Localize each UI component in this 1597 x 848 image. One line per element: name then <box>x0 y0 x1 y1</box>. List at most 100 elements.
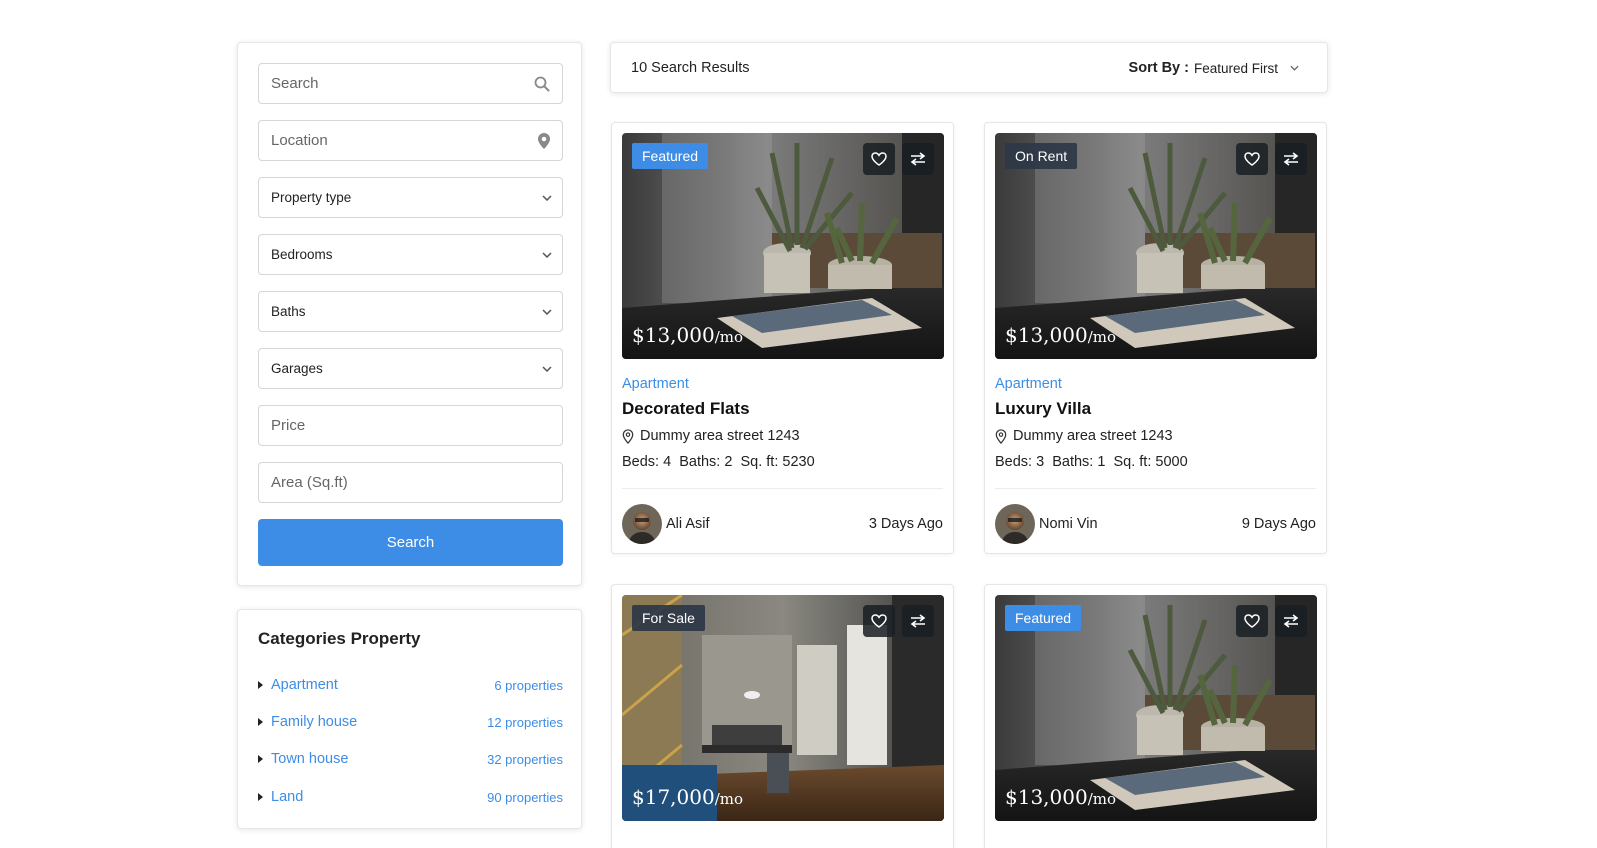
heart-icon[interactable] <box>863 605 895 637</box>
divider <box>995 488 1316 489</box>
status-badge: Featured <box>632 143 709 169</box>
bedrooms-select[interactable]: Bedrooms <box>258 234 563 275</box>
caret-right-icon <box>258 718 263 726</box>
property-price: $13,000/mo <box>1005 785 1116 809</box>
category-item[interactable]: Apartment 6 properties <box>258 674 563 696</box>
address-text: Dummy area street 1243 <box>640 428 800 444</box>
category-name[interactable]: Family house <box>271 714 357 730</box>
categories-panel: Categories Property Apartment 6 properti… <box>237 609 582 829</box>
status-badge: For Sale <box>632 605 705 631</box>
map-pin-icon <box>538 132 550 149</box>
property-price: $17,000/mo <box>632 785 743 809</box>
card-footer: Ali Asif 3 Days Ago <box>622 504 943 544</box>
price-input[interactable]: Price <box>258 405 563 446</box>
price-amount: $17,000 <box>632 785 715 809</box>
category-item[interactable]: Land 90 properties <box>258 786 563 808</box>
category-name[interactable]: Town house <box>271 751 348 767</box>
categories-title: Categories Property <box>258 629 421 648</box>
garages-select[interactable]: Garages <box>258 348 563 389</box>
category-name[interactable]: Apartment <box>271 677 338 693</box>
posted-date: 9 Days Ago <box>1241 516 1316 532</box>
map-pin-icon <box>622 428 634 444</box>
property-specs: Beds: 4 Baths: 2 Sq. ft: 5230 <box>622 454 815 470</box>
compare-icon[interactable] <box>1275 143 1307 175</box>
status-badge: On Rent <box>1005 143 1078 169</box>
price-period: /mo <box>714 328 744 346</box>
caret-right-icon <box>258 793 263 801</box>
property-type-value: Property type <box>271 190 352 205</box>
property-card[interactable]: Featured $13,000/mo <box>984 584 1327 848</box>
results-header: 10 Search Results Sort By : Featured Fir… <box>610 42 1328 93</box>
property-card[interactable]: For Sale $17,000/mo <box>611 584 954 848</box>
caret-right-icon <box>258 755 263 763</box>
area-input[interactable]: Area (Sq.ft) <box>258 462 563 503</box>
property-card[interactable]: Featured $13,000/mo Apartment Decorated … <box>611 122 954 554</box>
search-input[interactable]: Search <box>258 63 563 104</box>
caret-right-icon <box>258 681 263 689</box>
heart-icon[interactable] <box>1236 143 1268 175</box>
category-count: 6 properties <box>494 677 563 693</box>
property-type[interactable]: Apartment <box>622 376 689 392</box>
property-address: Dummy area street 1243 <box>995 428 1173 444</box>
heart-icon[interactable] <box>863 143 895 175</box>
heart-icon[interactable] <box>1236 605 1268 637</box>
property-type-select[interactable]: Property type <box>258 177 563 218</box>
category-item[interactable]: Family house 12 properties <box>258 711 563 733</box>
price-amount: $13,000 <box>1005 323 1088 347</box>
chevron-down-icon <box>542 365 552 372</box>
sort-dropdown[interactable]: Sort By : Featured First <box>1129 60 1299 76</box>
search-input-placeholder: Search <box>271 75 319 92</box>
address-text: Dummy area street 1243 <box>1013 428 1173 444</box>
agent-name[interactable]: Ali Asif <box>666 516 710 532</box>
property-image[interactable]: On Rent $13,000/mo <box>995 133 1317 359</box>
agent-name[interactable]: Nomi Vin <box>1039 516 1098 532</box>
card-footer: Nomi Vin 9 Days Ago <box>995 504 1316 544</box>
price-period: /mo <box>1087 328 1117 346</box>
results-count: 10 Search Results <box>631 60 750 76</box>
property-price: $13,000/mo <box>1005 323 1116 347</box>
category-item[interactable]: Town house 32 properties <box>258 748 563 770</box>
search-button[interactable]: Search <box>258 519 563 566</box>
category-count: 32 properties <box>487 751 563 767</box>
avatar[interactable] <box>995 504 1035 544</box>
baths-value: Baths <box>271 304 306 319</box>
property-image[interactable]: For Sale $17,000/mo <box>622 595 944 821</box>
chevron-down-icon <box>542 194 552 201</box>
property-type[interactable]: Apartment <box>995 376 1062 392</box>
bedrooms-value: Bedrooms <box>271 247 333 262</box>
price-amount: $13,000 <box>632 323 715 347</box>
filter-panel: Search Location Property type Bedrooms B… <box>237 42 582 586</box>
chevron-down-icon <box>542 251 552 258</box>
baths-select[interactable]: Baths <box>258 291 563 332</box>
property-address: Dummy area street 1243 <box>622 428 800 444</box>
price-amount: $13,000 <box>1005 785 1088 809</box>
price-input-placeholder: Price <box>271 417 306 434</box>
map-pin-icon <box>995 428 1007 444</box>
property-image[interactable]: Featured $13,000/mo <box>995 595 1317 821</box>
category-name[interactable]: Land <box>271 789 303 805</box>
chevron-down-icon <box>542 308 552 315</box>
property-price: $13,000/mo <box>632 323 743 347</box>
compare-icon[interactable] <box>902 143 934 175</box>
area-input-placeholder: Area (Sq.ft) <box>271 474 348 491</box>
compare-icon[interactable] <box>1275 605 1307 637</box>
garages-value: Garages <box>271 361 323 376</box>
compare-icon[interactable] <box>902 605 934 637</box>
property-image[interactable]: Featured $13,000/mo <box>622 133 944 359</box>
avatar[interactable] <box>622 504 662 544</box>
chevron-down-icon[interactable] <box>1290 65 1299 71</box>
property-card[interactable]: On Rent $13,000/mo Apartment Luxury Vill… <box>984 122 1327 554</box>
search-icon <box>534 76 550 92</box>
divider <box>622 488 943 489</box>
price-period: /mo <box>1087 790 1117 808</box>
posted-date: 3 Days Ago <box>868 516 943 532</box>
property-specs: Beds: 3 Baths: 1 Sq. ft: 5000 <box>995 454 1188 470</box>
status-badge: Featured <box>1005 605 1082 631</box>
sort-label: Sort By : <box>1128 60 1189 76</box>
location-input[interactable]: Location <box>258 120 563 161</box>
sort-value[interactable]: Featured First <box>1194 61 1278 76</box>
location-input-placeholder: Location <box>271 132 328 149</box>
category-count: 12 properties <box>487 714 563 730</box>
property-title[interactable]: Luxury Villa <box>995 399 1091 419</box>
property-title[interactable]: Decorated Flats <box>622 399 750 419</box>
